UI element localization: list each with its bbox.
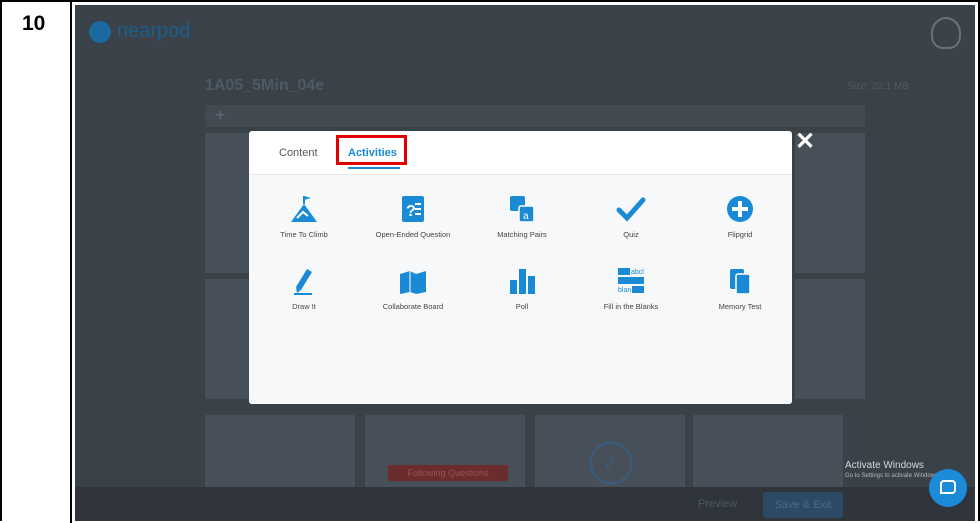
activity-poll[interactable]: Poll [467, 266, 577, 311]
activity-label: Open-Ended Question [375, 230, 451, 239]
app-logo-text: nearpod [117, 20, 191, 42]
activity-flipgrid[interactable]: Flipgrid [685, 194, 792, 239]
close-modal-icon[interactable]: ✕ [795, 127, 815, 156]
activity-label: Memory Test [718, 302, 762, 311]
nearpod-screenshot: nearpod 1A05_5Min_04e Size: 20.1 MB + Fo… [75, 5, 975, 521]
plus-circle-icon [725, 194, 755, 224]
activate-windows-title: Activate Windows [845, 460, 924, 471]
svg-text:abcl: abcl [631, 269, 644, 276]
row-number-cell: 10 [2, 2, 72, 523]
lesson-size: Size: 20.1 MB [846, 81, 909, 92]
activities-grid: Time To Climb ? Open-Ended Question a Ma… [249, 175, 792, 404]
row-number: 10 [22, 12, 46, 35]
activity-label: Poll [515, 302, 529, 311]
slide-card[interactable] [205, 415, 355, 487]
activity-collaborate-board[interactable]: Collaborate Board [358, 266, 468, 311]
activity-label: Draw It [292, 302, 316, 311]
following-questions-tag: Following Questions [388, 465, 508, 481]
svg-text:?: ? [406, 203, 416, 220]
board-icon [398, 266, 428, 296]
quiz-check-icon: ✓ [589, 441, 633, 485]
tab-content[interactable]: Content [279, 147, 318, 159]
memory-cards-icon [725, 266, 755, 296]
highlight-box [336, 135, 407, 165]
modal-tabs: Content Activities [249, 131, 792, 175]
slide-card[interactable] [693, 415, 843, 487]
slide-card[interactable] [795, 279, 865, 399]
save-exit-button[interactable]: Save & Exit [763, 492, 843, 518]
activity-draw-it[interactable]: Draw It [249, 266, 359, 311]
add-activity-modal: Content Activities Time To Climb ? Open-… [249, 131, 792, 404]
add-slide-bar[interactable]: + [205, 105, 865, 127]
activity-fill-in-the-blanks[interactable]: abcl blan Fill in the Blanks [576, 266, 686, 311]
activity-matching-pairs[interactable]: a Matching Pairs [467, 194, 577, 239]
activity-label: Flipgrid [727, 230, 753, 239]
nearpod-logo-icon [89, 21, 111, 43]
preview-button[interactable]: Preview [698, 498, 737, 510]
activity-label: Collaborate Board [382, 302, 444, 311]
fill-blanks-icon: abcl blan [616, 266, 646, 296]
matching-cards-icon: a [507, 194, 537, 224]
svg-text:a: a [523, 211, 529, 222]
add-plus-icon: + [215, 105, 226, 125]
activity-open-ended-question[interactable]: ? Open-Ended Question [358, 194, 468, 239]
lesson-title: 1A05_5Min_04e [205, 77, 325, 94]
activity-memory-test[interactable]: Memory Test [685, 266, 792, 311]
activity-label: Matching Pairs [497, 230, 547, 239]
activity-quiz[interactable]: Quiz [576, 194, 686, 239]
checkmark-icon [616, 194, 646, 224]
app-header: nearpod [75, 5, 975, 57]
question-doc-icon: ? [398, 194, 428, 224]
activate-windows-subtitle: Go to Settings to activate Windows. [845, 473, 940, 479]
chat-bubble-icon [940, 480, 956, 494]
activity-label: Fill in the Blanks [603, 302, 659, 311]
svg-text:blan: blan [618, 287, 631, 294]
bar-chart-icon [507, 266, 537, 296]
activity-label: Quiz [623, 230, 639, 239]
activity-time-to-climb[interactable]: Time To Climb [249, 194, 359, 239]
chat-button[interactable] [929, 469, 967, 507]
active-tab-indicator [348, 167, 400, 169]
mountain-flag-icon [289, 194, 319, 224]
activity-label: Time To Climb [280, 230, 328, 239]
user-avatar-icon[interactable] [931, 17, 961, 49]
pencil-icon [289, 266, 319, 296]
